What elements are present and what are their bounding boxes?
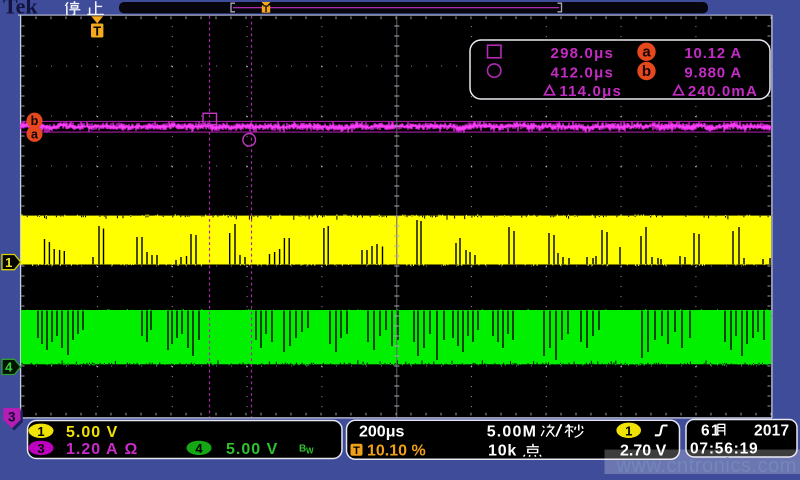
svg-text:5.00 V: 5.00 V [66,424,118,441]
svg-text:Ω: Ω [125,441,138,458]
svg-text:10.12 A: 10.12 A [684,45,742,62]
svg-text:3: 3 [37,441,44,456]
svg-text:1: 1 [5,255,12,270]
svg-text:b: b [642,63,651,80]
svg-text:a: a [31,128,39,142]
svg-text:W: W [306,447,314,456]
svg-text:b: b [31,114,39,128]
svg-text:1: 1 [37,424,44,439]
svg-text:9.880 A: 9.880 A [684,64,742,81]
svg-text:10k: 10k [488,443,517,460]
svg-text:1.20 A: 1.20 A [66,441,119,458]
svg-text:3: 3 [8,410,16,425]
svg-text:T: T [263,4,269,14]
svg-text:6: 6 [701,423,710,440]
svg-text:298.0μs: 298.0μs [551,45,614,62]
svg-text:a: a [642,44,651,61]
svg-text:412.0μs: 412.0μs [551,64,614,81]
svg-text:1: 1 [625,424,632,439]
svg-text:2017: 2017 [754,423,789,440]
svg-text:5.00M: 5.00M [487,424,537,441]
svg-text:Tek: Tek [3,0,38,19]
svg-text:T: T [93,24,101,38]
svg-text:4: 4 [195,441,203,456]
svg-text:T: T [353,445,360,457]
svg-text:www.cntronics.com: www.cntronics.com [616,455,798,477]
svg-text:4: 4 [5,360,13,375]
svg-text:10.10 %: 10.10 % [367,443,426,460]
svg-text:114.0μs: 114.0μs [559,83,622,100]
svg-text:200μs: 200μs [359,424,404,441]
svg-text:5.00 V: 5.00 V [226,441,278,458]
svg-text:240.0mA: 240.0mA [688,83,758,100]
